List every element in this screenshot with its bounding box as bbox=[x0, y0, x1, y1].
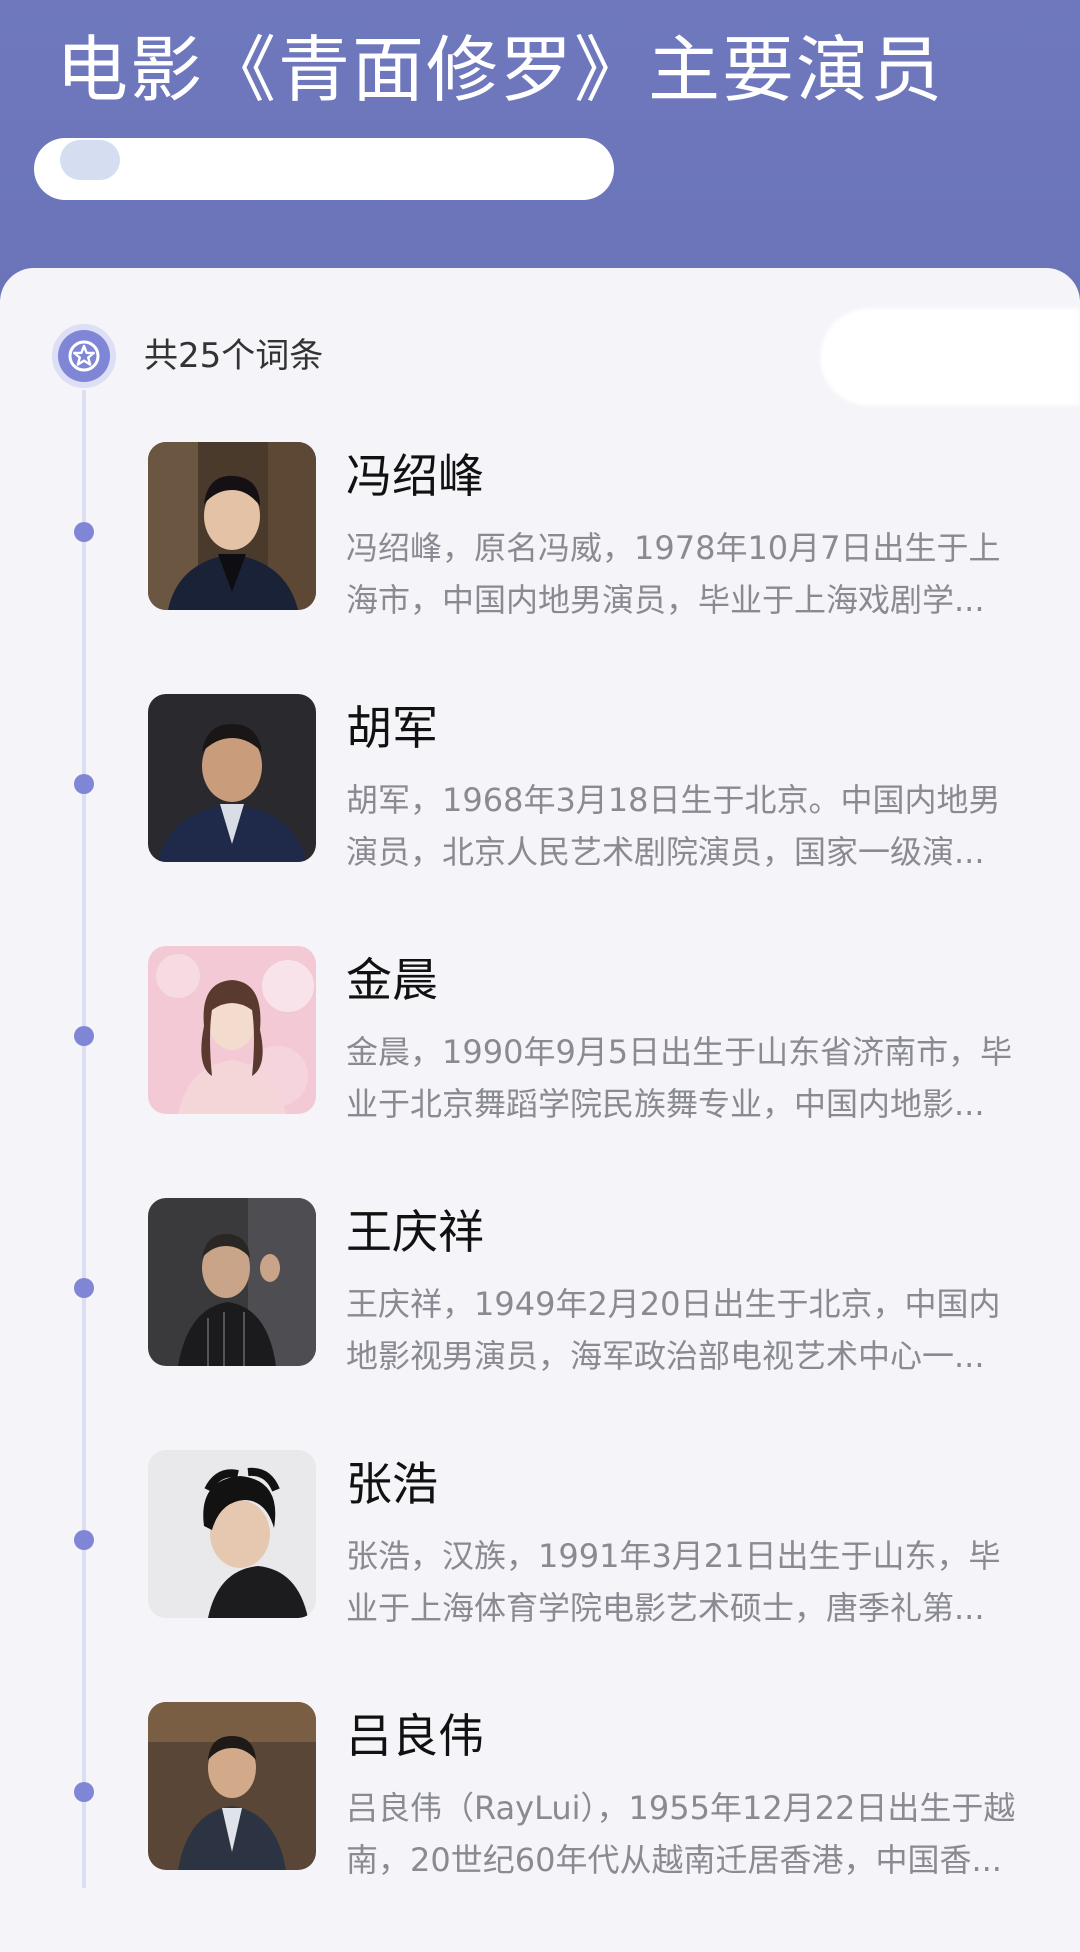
redacted-subtitle bbox=[34, 138, 614, 200]
description-line: 吕良伟（RayLui），1955年12月22日出生于越 bbox=[346, 1789, 1016, 1827]
timeline-dot bbox=[74, 774, 94, 794]
actor-photo[interactable] bbox=[148, 1702, 316, 1870]
actor-description: 胡军，1968年3月18日生于北京。中国内地男 演员，北京人民艺术剧院演员，国家… bbox=[346, 774, 1046, 878]
actor-photo[interactable] bbox=[148, 1198, 316, 1366]
actor-name[interactable]: 冯绍峰 bbox=[346, 444, 484, 508]
actor-photo[interactable] bbox=[148, 1450, 316, 1618]
actor-photo[interactable] bbox=[148, 442, 316, 610]
actor-description: 吕良伟（RayLui），1955年12月22日出生于越 南，20世纪60年代从越… bbox=[346, 1782, 1046, 1886]
list-item[interactable]: 胡军 胡军，1968年3月18日生于北京。中国内地男 演员，北京人民艺术剧院演员… bbox=[0, 694, 1080, 944]
actor-description: 金晨，1990年9月5日出生于山东省济南市，毕 业于北京舞蹈学院民族舞专业，中国… bbox=[346, 1026, 1046, 1130]
description-line: 胡军，1968年3月18日生于北京。中国内地男 bbox=[346, 781, 1001, 819]
description-line: 金晨，1990年9月5日出生于山东省济南市，毕 bbox=[346, 1033, 1013, 1071]
page-title: 电影《青面修罗》主要演员 bbox=[56, 28, 945, 112]
description-line: 张浩，汉族，1991年3月21日出生于山东，毕 bbox=[346, 1537, 1001, 1575]
timeline-dot bbox=[74, 1530, 94, 1550]
entry-count-label: 共25个词条 bbox=[144, 336, 324, 376]
list-item[interactable]: 王庆祥 王庆祥，1949年2月20日出生于北京，中国内 地影视男演员，海军政治部… bbox=[0, 1198, 1080, 1448]
description-line: 南，20世纪60年代从越南迁居香港，中国香... bbox=[346, 1841, 1002, 1879]
list-item[interactable]: 金晨 金晨，1990年9月5日出生于山东省济南市，毕 业于北京舞蹈学院民族舞专业… bbox=[0, 946, 1080, 1196]
timeline-dot bbox=[74, 1782, 94, 1802]
actor-description: 王庆祥，1949年2月20日出生于北京，中国内 地影视男演员，海军政治部电视艺术… bbox=[346, 1278, 1046, 1382]
timeline-dot bbox=[74, 1026, 94, 1046]
actor-name[interactable]: 金晨 bbox=[346, 948, 438, 1012]
header-banner: 电影《青面修罗》主要演员 bbox=[0, 0, 1080, 300]
actor-description: 张浩，汉族，1991年3月21日出生于山东，毕 业于上海体育学院电影艺术硕士，唐… bbox=[346, 1530, 1046, 1634]
entry-count-badge bbox=[58, 330, 110, 382]
actor-description: 冯绍峰，原名冯威，1978年10月7日出生于上 海市，中国内地男演员，毕业于上海… bbox=[346, 522, 1046, 626]
actor-photo[interactable] bbox=[148, 946, 316, 1114]
description-line: 地影视男演员，海军政治部电视艺术中心一... bbox=[346, 1337, 985, 1375]
description-line: 业于上海体育学院电影艺术硕士，唐季礼第... bbox=[346, 1589, 985, 1627]
actor-photo[interactable] bbox=[148, 694, 316, 862]
description-line: 业于北京舞蹈学院民族舞专业，中国内地影... bbox=[346, 1085, 985, 1123]
actor-name[interactable]: 胡军 bbox=[346, 696, 438, 760]
description-line: 冯绍峰，原名冯威，1978年10月7日出生于上 bbox=[346, 529, 1001, 567]
star-icon bbox=[68, 340, 100, 372]
timeline-dot bbox=[74, 1278, 94, 1298]
list-item[interactable]: 冯绍峰 冯绍峰，原名冯威，1978年10月7日出生于上 海市，中国内地男演员，毕… bbox=[0, 442, 1080, 692]
actor-name[interactable]: 王庆祥 bbox=[346, 1200, 484, 1264]
actor-name[interactable]: 张浩 bbox=[346, 1452, 438, 1516]
timeline-dot bbox=[74, 522, 94, 542]
description-line: 海市，中国内地男演员，毕业于上海戏剧学... bbox=[346, 581, 985, 619]
description-line: 王庆祥，1949年2月20日出生于北京，中国内 bbox=[346, 1285, 1001, 1323]
redacted-avatar bbox=[60, 140, 120, 180]
list-item[interactable]: 张浩 张浩，汉族，1991年3月21日出生于山东，毕 业于上海体育学院电影艺术硕… bbox=[0, 1450, 1080, 1700]
redacted-corner bbox=[820, 308, 1080, 406]
list-item[interactable]: 吕良伟 吕良伟（RayLui），1955年12月22日出生于越 南，20世纪60… bbox=[0, 1702, 1080, 1952]
actor-name[interactable]: 吕良伟 bbox=[346, 1704, 484, 1768]
description-line: 演员，北京人民艺术剧院演员，国家一级演... bbox=[346, 833, 985, 871]
